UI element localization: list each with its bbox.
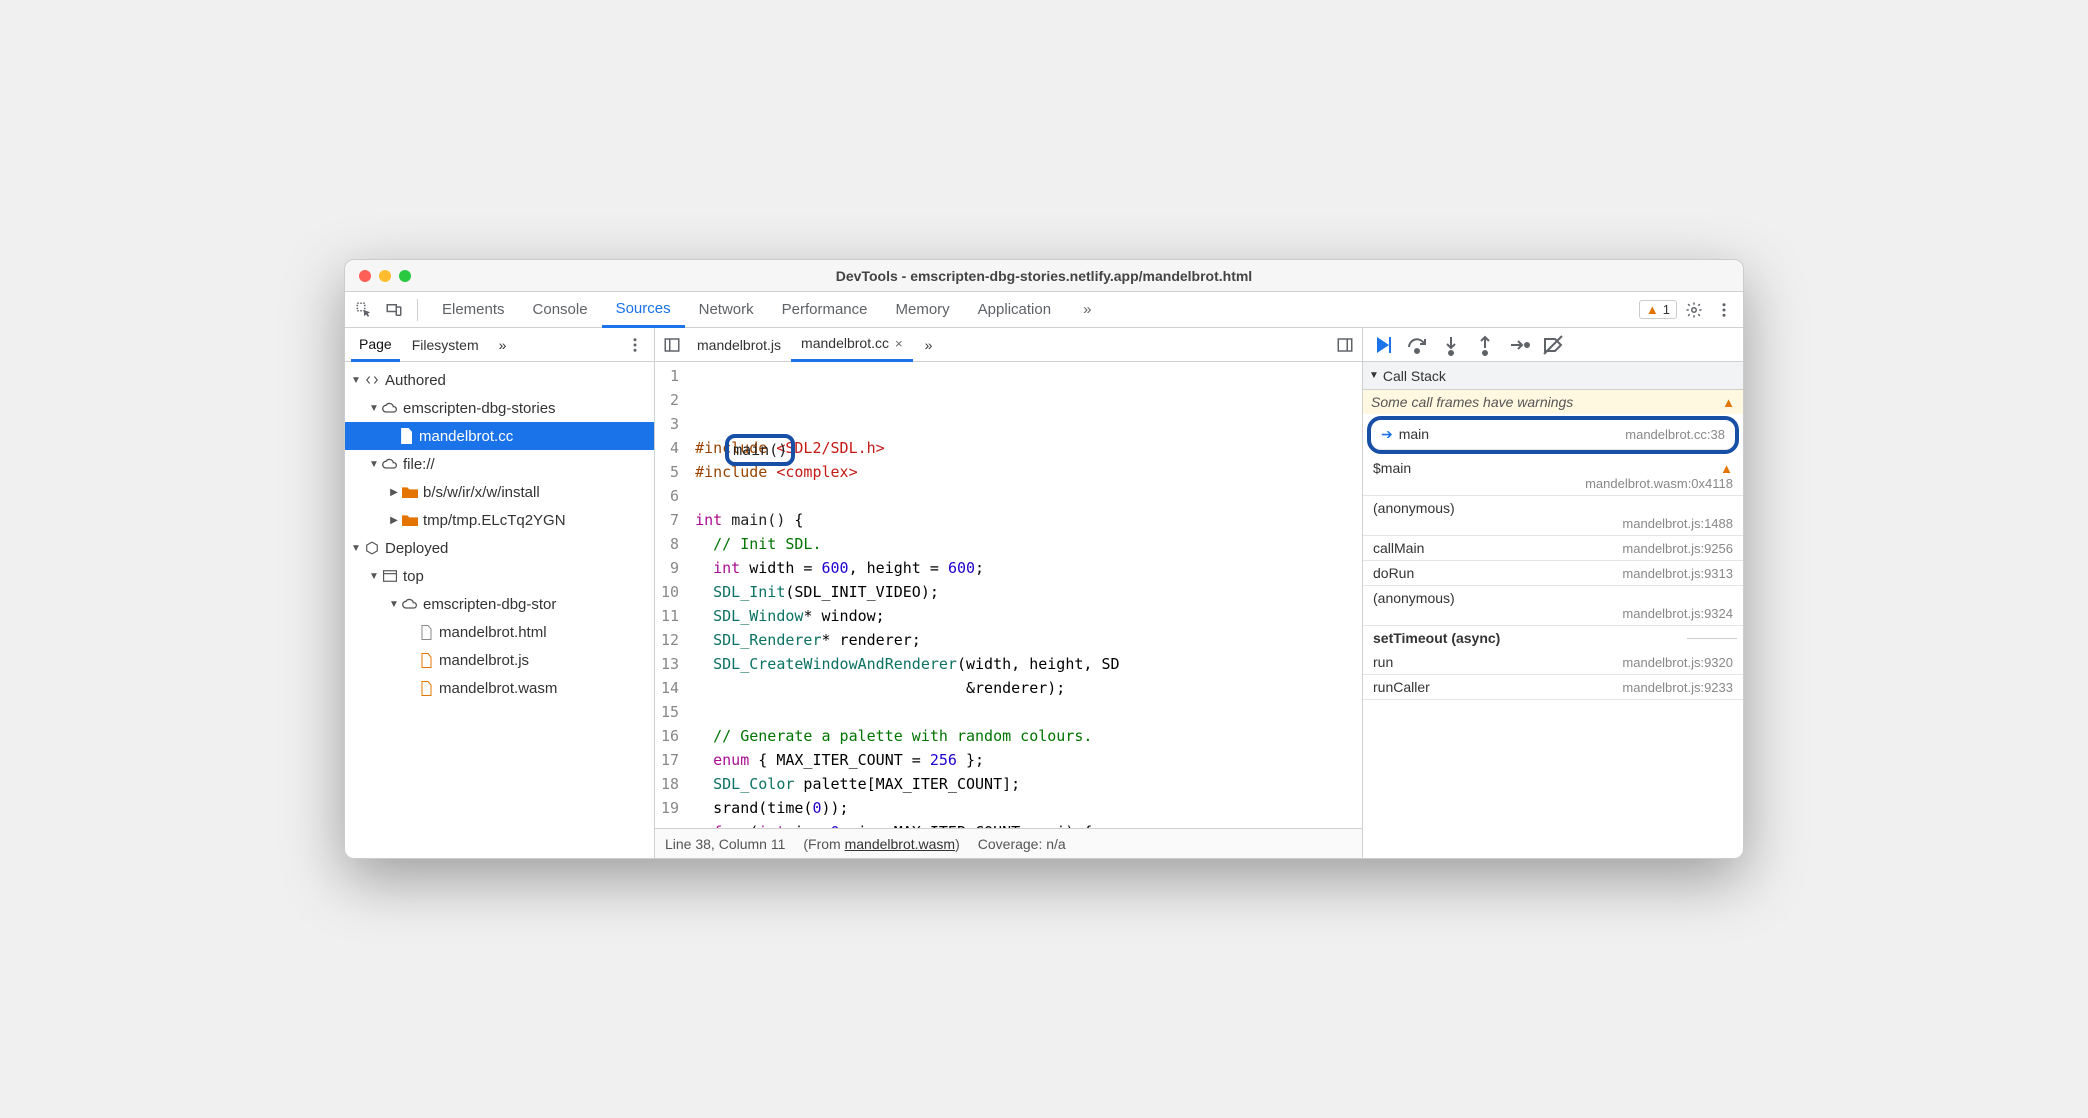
kebab-menu-icon[interactable]	[1711, 297, 1737, 323]
tree-file-selected[interactable]: mandelbrot.cc	[345, 422, 654, 450]
editor-pane: mandelbrot.jsmandelbrot.cc × » 123456789…	[655, 328, 1363, 858]
deactivate-breakpoints-icon[interactable]	[1541, 333, 1565, 357]
stack-frame[interactable]: callMainmandelbrot.js:9256	[1363, 536, 1743, 561]
stack-frame[interactable]: (anonymous) mandelbrot.js:9324	[1363, 586, 1743, 626]
tree-file[interactable]: mandelbrot.js	[345, 646, 654, 674]
warning-count: 1	[1663, 302, 1670, 317]
tree-frame-top[interactable]: ▼top	[345, 562, 654, 590]
async-separator: setTimeout (async)	[1363, 626, 1743, 650]
step-into-icon[interactable]	[1439, 333, 1463, 357]
separator	[417, 299, 418, 321]
navigator-pane: Page Filesystem » ▼Authored ▼emscripten-…	[345, 328, 655, 858]
code-content: main() #include <SDL2/SDL.h>#include <co…	[689, 362, 1125, 828]
editor-tab[interactable]: mandelbrot.js	[687, 328, 791, 362]
navigator-tabs: Page Filesystem »	[345, 328, 654, 362]
tree-folder[interactable]: ▶b/s/w/ir/x/w/install	[345, 478, 654, 506]
titlebar: DevTools - emscripten-dbg-stories.netlif…	[345, 260, 1743, 292]
callstack-header[interactable]: ▼Call Stack	[1363, 362, 1743, 390]
step-out-icon[interactable]	[1473, 333, 1497, 357]
toggle-debugger-icon[interactable]	[1332, 332, 1358, 358]
inspect-element-icon[interactable]	[351, 297, 377, 323]
stack-frame[interactable]: ➔mainmandelbrot.cc:38	[1371, 420, 1735, 450]
tree-folder[interactable]: ▶tmp/tmp.ELcTq2YGN	[345, 506, 654, 534]
editor-statusbar: Line 38, Column 11 (From mandelbrot.wasm…	[655, 828, 1362, 858]
tab-filesystem[interactable]: Filesystem	[404, 328, 487, 362]
panel-tabs: ElementsConsoleSourcesNetworkPerformance…	[345, 292, 1743, 328]
stack-frame[interactable]: runmandelbrot.js:9320	[1363, 650, 1743, 675]
tab-sources[interactable]: Sources	[602, 292, 685, 328]
minimize-icon[interactable]	[379, 270, 391, 282]
step-over-icon[interactable]	[1405, 333, 1429, 357]
callstack-warning: Some call frames have warnings▲	[1363, 390, 1743, 414]
line-gutter: 12345678910111213141516171819	[655, 362, 689, 828]
call-stack: ➔mainmandelbrot.cc:38 $main▲ mandelbrot.…	[1363, 414, 1743, 700]
tree-cloud-file[interactable]: ▼file://	[345, 450, 654, 478]
tree-file[interactable]: mandelbrot.html	[345, 618, 654, 646]
tree-cloud-origin[interactable]: ▼emscripten-dbg-stories	[345, 394, 654, 422]
more-editor-tabs[interactable]: »	[915, 328, 943, 362]
settings-icon[interactable]	[1681, 297, 1707, 323]
traffic-lights	[345, 270, 411, 282]
highlight-main: main()	[725, 434, 795, 466]
resume-icon[interactable]	[1371, 333, 1395, 357]
tree-group-authored[interactable]: ▼Authored	[345, 366, 654, 394]
tree-file[interactable]: mandelbrot.wasm	[345, 674, 654, 702]
warning-icon: ▲	[1646, 302, 1659, 317]
zoom-icon[interactable]	[399, 270, 411, 282]
editor-tabs: mandelbrot.jsmandelbrot.cc × »	[655, 328, 1362, 362]
cursor-position: Line 38, Column 11	[665, 836, 785, 852]
code-editor[interactable]: 12345678910111213141516171819 main() #in…	[655, 362, 1362, 828]
more-tabs-button[interactable]: »	[1069, 292, 1105, 328]
tree-group-deployed[interactable]: ▼Deployed	[345, 534, 654, 562]
close-tab-icon[interactable]: ×	[895, 336, 903, 351]
stack-frame[interactable]: runCallermandelbrot.js:9233	[1363, 675, 1743, 700]
tab-page[interactable]: Page	[351, 328, 400, 362]
stack-frame[interactable]: $main▲ mandelbrot.wasm:0x4118	[1363, 456, 1743, 496]
toggle-navigator-icon[interactable]	[659, 332, 685, 358]
step-icon[interactable]	[1507, 333, 1531, 357]
tab-performance[interactable]: Performance	[768, 292, 882, 328]
tab-application[interactable]: Application	[964, 292, 1065, 328]
close-icon[interactable]	[359, 270, 371, 282]
tab-elements[interactable]: Elements	[428, 292, 519, 328]
debugger-pane: ▼Call Stack Some call frames have warnin…	[1363, 328, 1743, 858]
coverage: Coverage: n/a	[978, 836, 1066, 852]
window-title: DevTools - emscripten-dbg-stories.netlif…	[345, 268, 1743, 284]
debugger-toolbar	[1363, 328, 1743, 362]
navigator-menu-icon[interactable]	[622, 332, 648, 358]
tree-cloud-origin[interactable]: ▼emscripten-dbg-stor	[345, 590, 654, 618]
device-toggle-icon[interactable]	[381, 297, 407, 323]
tab-memory[interactable]: Memory	[882, 292, 964, 328]
warning-icon: ▲	[1722, 395, 1735, 410]
file-tree: ▼Authored ▼emscripten-dbg-stories mandel…	[345, 362, 654, 858]
stack-frame[interactable]: doRunmandelbrot.js:9313	[1363, 561, 1743, 586]
source-origin[interactable]: (From mandelbrot.wasm)	[803, 836, 959, 852]
warnings-badge[interactable]: ▲ 1	[1639, 300, 1677, 319]
main-area: Page Filesystem » ▼Authored ▼emscripten-…	[345, 328, 1743, 858]
tab-network[interactable]: Network	[685, 292, 768, 328]
devtools-window: DevTools - emscripten-dbg-stories.netlif…	[344, 259, 1744, 859]
stack-frame[interactable]: (anonymous) mandelbrot.js:1488	[1363, 496, 1743, 536]
editor-tab[interactable]: mandelbrot.cc ×	[791, 328, 913, 362]
more-navigator-tabs[interactable]: »	[491, 328, 515, 362]
tab-console[interactable]: Console	[519, 292, 602, 328]
